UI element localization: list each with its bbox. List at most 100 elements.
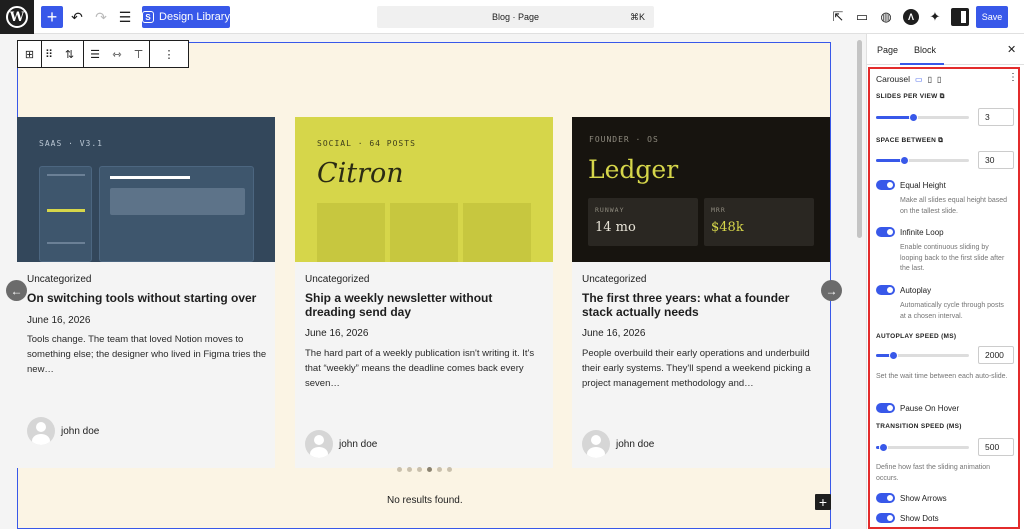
add-block-button[interactable]: + (41, 6, 63, 28)
author-name: john doe (616, 438, 655, 450)
carousel-dot[interactable] (417, 467, 422, 472)
card-excerpt: People overbuild their early operations … (582, 348, 811, 389)
command-shortcut: ⌘K (629, 11, 645, 22)
add-block-inline-icon[interactable]: + (815, 494, 831, 510)
globe-icon[interactable]: ◍ (877, 8, 895, 26)
autoplay-help: Automatically cycle through posts at a c… (900, 302, 1004, 320)
responsive-icon[interactable]: ⧉ (940, 93, 945, 100)
space-between-input[interactable]: 30 (978, 151, 1014, 169)
undo-icon[interactable]: ↶ (68, 6, 86, 28)
plugin-a-icon[interactable]: Λ (902, 8, 920, 26)
card-author: john doe (27, 417, 99, 445)
carousel-next-arrow-icon[interactable]: → (821, 280, 842, 301)
tablet-device-icon[interactable]: ▯ (928, 75, 932, 84)
autoplay-label: Autoplay (900, 286, 932, 295)
card-title[interactable]: The first three years: what a founder st… (582, 291, 822, 319)
carousel-card[interactable]: FOUNDER · OS Ledger RUNWAY 14 mo MRR $48… (572, 117, 830, 468)
redo-icon[interactable]: ↷ (92, 6, 110, 28)
card-title[interactable]: Ship a weekly newsletter without dreadin… (305, 291, 545, 319)
carousel-dot[interactable] (407, 467, 412, 472)
document-title: Blog · Page (491, 12, 540, 22)
show-arrows-toggle[interactable] (876, 493, 895, 503)
thumb-main-graphic (99, 166, 254, 262)
show-dots-label: Show Dots (900, 514, 939, 523)
thumb-sidebar-graphic (39, 166, 92, 262)
more-options-icon[interactable]: ⋮ (1008, 72, 1018, 83)
align-icon[interactable]: ☰ (84, 41, 106, 67)
equal-height-help: Make all slides equal height based on th… (900, 197, 1008, 215)
card-category[interactable]: Uncategorized (27, 274, 91, 285)
carousel-prev-arrow-icon[interactable]: ← (6, 280, 27, 301)
ai-sparkle-icon[interactable]: ✦ (926, 8, 944, 26)
card-author: john doe (582, 430, 654, 458)
block-type-icon[interactable]: ⊞ (18, 41, 42, 67)
canvas-scrollbar[interactable] (857, 40, 862, 238)
list-view-icon[interactable]: ☰ (116, 6, 134, 28)
carousel-dot[interactable] (447, 467, 452, 472)
equal-height-label: Equal Height (900, 181, 946, 190)
infinite-loop-label: Infinite Loop (900, 228, 944, 237)
save-button[interactable]: Save (976, 6, 1008, 28)
tab-block[interactable]: Block (914, 45, 936, 55)
slides-per-view-label: SLIDES PER VIEW ⧉ (876, 93, 945, 100)
autoplay-speed-label: AUTOPLAY SPEED (MS) (876, 333, 957, 340)
pause-on-hover-toggle[interactable] (876, 403, 895, 413)
mobile-device-icon[interactable]: ▯ (937, 75, 941, 84)
close-icon[interactable]: ✕ (1007, 43, 1016, 56)
transition-speed-label: TRANSITION SPEED (MS) (876, 423, 962, 430)
block-header: Carousel ▭ ▯ ▯ (876, 74, 941, 84)
no-results-text: No results found. (387, 495, 463, 506)
block-toolbar: ⊞ ⠿ ⇅ ☰ ⇿ ⊤ ⋮ (17, 40, 189, 68)
slides-per-view-input[interactable]: 3 (978, 108, 1014, 126)
transition-speed-slider[interactable] (876, 443, 969, 452)
card-category[interactable]: Uncategorized (582, 274, 646, 285)
command-palette-bar[interactable]: Blog · Page ⌘K (377, 6, 654, 28)
card-author: john doe (305, 430, 377, 458)
sidebar-tabs: Page Block ✕ (867, 34, 1024, 65)
carousel-card[interactable]: SOCIAL · 64 POSTS Citron Uncategorized S… (295, 117, 553, 468)
thumb-title: Ledger (588, 155, 679, 184)
avatar (305, 430, 333, 458)
pause-on-hover-label: Pause On Hover (900, 404, 960, 413)
infinite-loop-toggle[interactable] (876, 227, 895, 237)
slides-per-view-slider[interactable] (876, 113, 969, 122)
card-thumbnail: SOCIAL · 64 POSTS Citron (295, 117, 553, 262)
design-library-button[interactable]: S Design Library (142, 6, 230, 28)
drag-handle-icon[interactable]: ⠿ (42, 41, 56, 67)
show-dots-toggle[interactable] (876, 513, 895, 523)
equal-height-toggle[interactable] (876, 180, 895, 190)
transition-speed-input[interactable]: 500 (978, 438, 1014, 456)
vertical-align-top-icon[interactable]: ⊤ (128, 41, 150, 67)
card-category[interactable]: Uncategorized (305, 274, 369, 285)
carousel-card[interactable]: SAAS · V3.1 Uncategorized On switching t… (17, 117, 275, 468)
card-date: June 16, 2026 (305, 328, 369, 339)
card-thumbnail: SAAS · V3.1 (17, 117, 275, 262)
transition-speed-help: Define how fast the sliding animation oc… (876, 464, 991, 482)
desktop-device-icon[interactable]: ▭ (915, 75, 923, 84)
carousel-dot[interactable] (397, 467, 402, 472)
preview-device-icon[interactable]: ▭ (853, 8, 871, 26)
space-between-slider[interactable] (876, 156, 969, 165)
autoplay-speed-help: Set the wait time between each auto-slid… (876, 373, 1008, 380)
author-name: john doe (61, 425, 100, 437)
wordpress-logo-icon[interactable]: W (0, 0, 34, 34)
card-title[interactable]: On switching tools without starting over (27, 291, 267, 305)
card-date: June 16, 2026 (27, 315, 91, 326)
thumb-caption: FOUNDER · OS (589, 135, 659, 144)
carousel-dot-active[interactable] (427, 467, 432, 472)
width-icon[interactable]: ⇿ (106, 41, 128, 67)
autoplay-toggle[interactable] (876, 285, 895, 295)
tab-page[interactable]: Page (877, 45, 898, 55)
editor-top-bar: W + ↶ ↷ ☰ S Design Library Blog · Page ⌘… (0, 0, 1024, 34)
more-options-icon[interactable]: ⋮ (150, 41, 188, 67)
responsive-icon[interactable]: ⧉ (938, 137, 943, 144)
stat-runway: RUNWAY 14 mo (588, 198, 698, 246)
autoplay-speed-input[interactable]: 2000 (978, 346, 1014, 364)
autoplay-speed-slider[interactable] (876, 351, 969, 360)
design-library-label: Design Library (159, 11, 230, 23)
view-external-icon[interactable]: ⇱ (829, 8, 847, 26)
settings-sidebar-toggle-icon[interactable] (951, 8, 969, 26)
move-up-down-icon[interactable]: ⇅ (56, 41, 84, 67)
carousel-dot[interactable] (437, 467, 442, 472)
block-name: Carousel (876, 74, 911, 84)
